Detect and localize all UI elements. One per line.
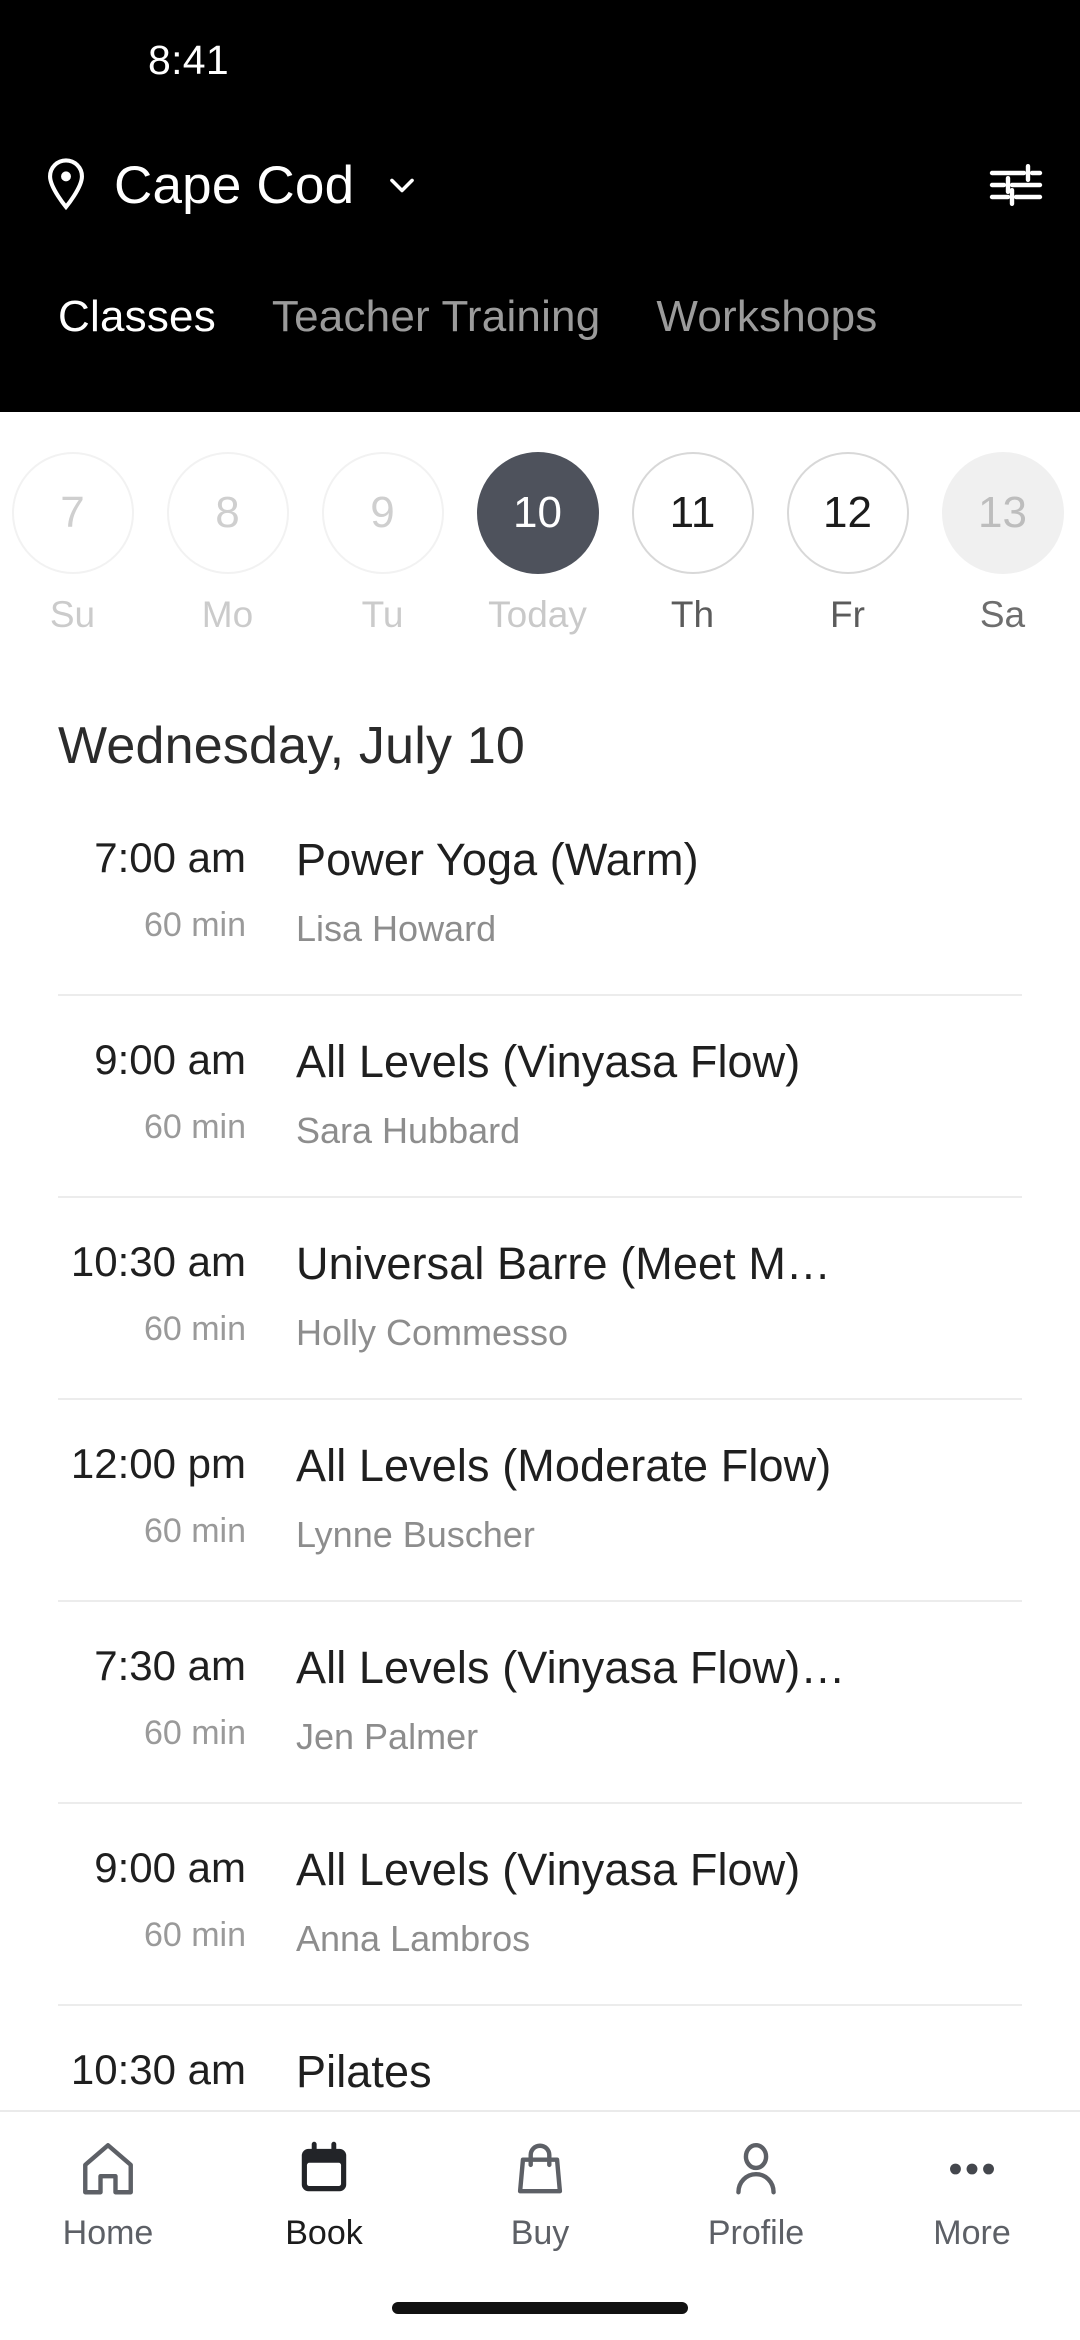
class-time-column: 9:00 am 60 min — [58, 1844, 284, 1960]
tab-workshops[interactable]: Workshops — [628, 292, 905, 376]
date-number: 11 — [631, 452, 754, 574]
chevron-down-icon[interactable] — [354, 163, 424, 207]
class-name: All Levels (Moderate Flow) — [296, 1440, 832, 1491]
class-time-column: 7:00 am 60 min — [58, 834, 284, 950]
class-duration: 60 min — [143, 1714, 246, 1752]
class-name: All Levels (Vinyasa Flow)… — [296, 1642, 846, 1693]
tab-classes[interactable]: Classes — [30, 292, 244, 376]
date-weekday-label: Mo — [201, 594, 254, 635]
class-duration: 60 min — [143, 1512, 246, 1550]
class-list-item[interactable]: 10:30 am 60 min Universal Barre (Meet M…… — [0, 1196, 1080, 1398]
header-tabs: Classes Teacher Training Workshops — [0, 250, 1080, 376]
class-teacher: Sara Hubbard — [296, 1110, 521, 1151]
class-info-column: Universal Barre (Meet M… Holly Commesso — [284, 1238, 1022, 1354]
class-list-item[interactable]: 9:00 am 60 min All Levels (Vinyasa Flow)… — [0, 1802, 1080, 2004]
home-indicator — [392, 2302, 688, 2314]
class-list-item[interactable]: 7:30 am 60 min All Levels (Vinyasa Flow)… — [0, 1600, 1080, 1802]
class-teacher: Lisa Howard — [296, 908, 497, 949]
nav-item-buy[interactable]: Buy — [432, 2138, 648, 2253]
date-number: 13 — [941, 452, 1064, 574]
location-pin-icon — [40, 157, 92, 213]
class-info-column: All Levels (Moderate Flow) Lynne Buscher — [284, 1440, 1022, 1556]
person-icon — [725, 2138, 787, 2200]
date-number: 10 — [476, 452, 599, 574]
class-info-column: All Levels (Vinyasa Flow) Anna Lambros — [284, 1844, 1022, 1960]
class-time: 9:00 am — [94, 1036, 246, 1083]
class-info-column: Pilates — [284, 2046, 1022, 2120]
calendar-icon — [293, 2138, 355, 2200]
tab-teacher-training[interactable]: Teacher Training — [244, 292, 629, 376]
class-time-column: 12:00 pm 60 min — [58, 1440, 284, 1556]
date-chip-10-today[interactable]: 10 Today — [460, 452, 615, 636]
more-dots-icon — [941, 2138, 1003, 2200]
class-time: 12:00 pm — [70, 1440, 246, 1487]
date-weekday-label: Fr — [830, 594, 865, 635]
app-root: 8:41 Cape Cod Classes Teacher Training W… — [0, 0, 1080, 2340]
date-weekday-label: Tu — [361, 594, 404, 635]
class-info-column: All Levels (Vinyasa Flow) Sara Hubbard — [284, 1036, 1022, 1152]
date-number: 8 — [166, 452, 289, 574]
class-name: Power Yoga (Warm) — [296, 834, 699, 885]
status-bar: 8:41 — [0, 0, 1080, 120]
date-chip-11[interactable]: 11 Th — [615, 452, 770, 636]
class-duration: 60 min — [143, 1916, 246, 1954]
bottom-navigation-bar: Home Book Buy Profile More — [0, 2110, 1080, 2340]
class-time: 9:00 am — [94, 1844, 246, 1891]
date-chip-12[interactable]: 12 Fr — [770, 452, 925, 636]
date-number: 9 — [321, 452, 444, 574]
class-time-column: 9:00 am 60 min — [58, 1036, 284, 1152]
date-number: 12 — [786, 452, 909, 574]
date-chip-9[interactable]: 9 Tu — [305, 452, 460, 636]
class-info-column: Power Yoga (Warm) Lisa Howard — [284, 834, 1022, 950]
home-icon — [77, 2138, 139, 2200]
class-time: 7:30 am — [94, 1642, 246, 1689]
class-teacher: Holly Commesso — [296, 1312, 569, 1353]
nav-label: Book — [285, 2214, 363, 2252]
nav-label: Buy — [510, 2214, 570, 2252]
nav-label: More — [933, 2214, 1011, 2252]
date-weekday-label: Today — [488, 594, 587, 635]
tune-filter-icon[interactable] — [988, 161, 1044, 209]
nav-label: Profile — [707, 2214, 805, 2252]
class-time: 10:30 am — [70, 2046, 246, 2093]
date-chip-13[interactable]: 13 Sa — [925, 452, 1080, 636]
class-list-item[interactable]: 7:00 am 60 min Power Yoga (Warm) Lisa Ho… — [0, 816, 1080, 994]
class-duration: 60 min — [143, 1108, 246, 1146]
nav-label: Home — [62, 2214, 154, 2252]
date-weekday-label: Su — [49, 594, 96, 635]
day-title: Wednesday, July 10 — [58, 717, 526, 775]
nav-item-profile[interactable]: Profile — [648, 2138, 864, 2253]
class-info-column: All Levels (Vinyasa Flow)… Jen Palmer — [284, 1642, 1022, 1758]
class-time: 10:30 am — [70, 1238, 246, 1285]
location-selector-row[interactable]: Cape Cod — [0, 120, 1080, 250]
class-teacher: Lynne Buscher — [296, 1514, 535, 1555]
class-name: Pilates — [296, 2046, 432, 2097]
nav-item-book[interactable]: Book — [216, 2138, 432, 2253]
class-time-column: 10:30 am — [58, 2046, 284, 2120]
status-bar-clock: 8:41 — [148, 36, 229, 83]
shopping-bag-icon — [509, 2138, 571, 2200]
class-list-item[interactable]: 12:00 pm 60 min All Levels (Moderate Flo… — [0, 1398, 1080, 1600]
date-chip-8[interactable]: 8 Mo — [150, 452, 305, 636]
class-duration: 60 min — [143, 1310, 246, 1348]
class-teacher: Jen Palmer — [296, 1716, 479, 1757]
class-list-item[interactable]: 9:00 am 60 min All Levels (Vinyasa Flow)… — [0, 994, 1080, 1196]
class-time-column: 10:30 am 60 min — [58, 1238, 284, 1354]
nav-item-more[interactable]: More — [864, 2138, 1080, 2253]
class-name: All Levels (Vinyasa Flow) — [296, 1844, 801, 1895]
date-weekday-label: Sa — [979, 594, 1026, 635]
class-time-column: 7:30 am 60 min — [58, 1642, 284, 1758]
date-weekday-label: Th — [670, 594, 715, 635]
date-strip: 7 Su 8 Mo 9 Tu 10 Today 11 Th 12 Fr 13 S… — [0, 412, 1080, 664]
class-name: Universal Barre (Meet M… — [296, 1238, 832, 1289]
class-teacher: Anna Lambros — [296, 1918, 531, 1959]
date-number: 7 — [11, 452, 134, 574]
nav-item-home[interactable]: Home — [0, 2138, 216, 2253]
class-duration: 60 min — [143, 906, 246, 944]
location-name: Cape Cod — [114, 155, 355, 215]
class-name: All Levels (Vinyasa Flow) — [296, 1036, 801, 1087]
date-chip-7[interactable]: 7 Su — [0, 452, 150, 636]
app-header: 8:41 Cape Cod Classes Teacher Training W… — [0, 0, 1080, 412]
class-time: 7:00 am — [94, 834, 246, 881]
